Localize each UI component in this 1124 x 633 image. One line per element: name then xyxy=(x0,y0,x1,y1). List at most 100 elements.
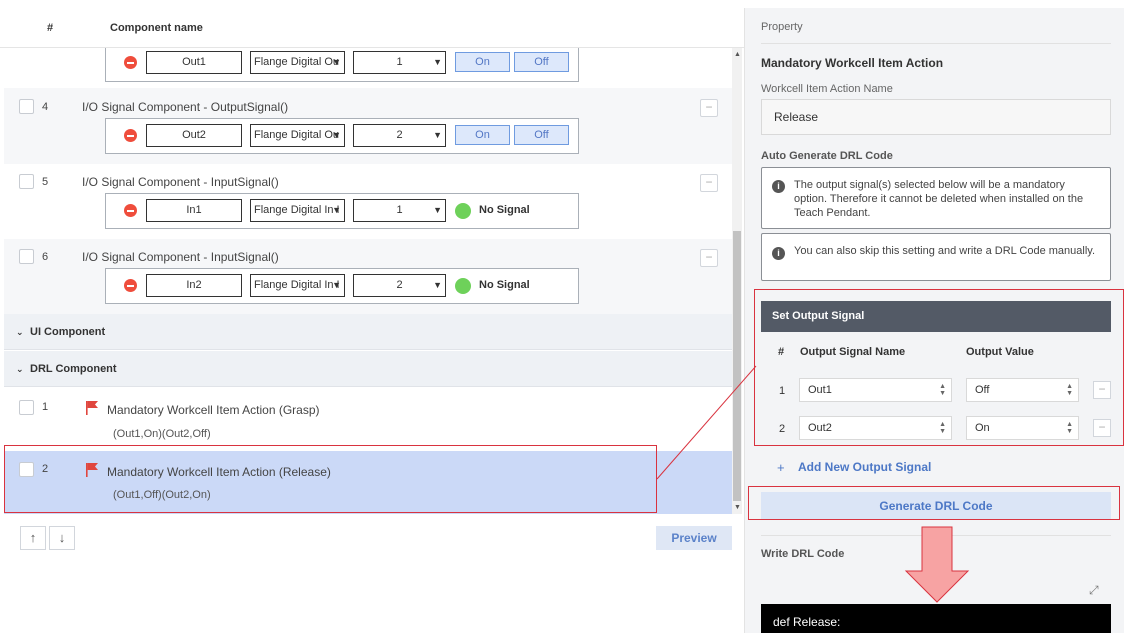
col-num-header: # xyxy=(778,346,785,358)
row-checkbox[interactable] xyxy=(19,249,34,264)
remove-icon[interactable] xyxy=(124,204,137,217)
section-label: Auto Generate DRL Code xyxy=(761,150,893,162)
chevron-down-icon: ⌄ xyxy=(16,327,24,337)
io-type-select[interactable]: Flange Digital Ou ▼ xyxy=(250,124,345,147)
io-name-field[interactable]: Out1 xyxy=(146,51,242,74)
io-index-select[interactable]: 1 ▼ xyxy=(353,199,446,222)
col-value-header: Output Value xyxy=(966,346,1034,358)
row-number: 2 xyxy=(42,463,49,475)
io-index-select[interactable]: 1 ▼ xyxy=(353,51,446,74)
add-output-signal-button[interactable]: Add New Output Signal xyxy=(798,460,931,474)
flag-icon xyxy=(86,463,98,477)
chevron-down-icon: ▼ xyxy=(332,205,341,215)
io-type-select[interactable]: Flange Digital In I ▼ xyxy=(250,199,345,222)
row-number: 5 xyxy=(42,176,49,188)
table-row: Out1 Flange Digital Ou ▼ 1 ▼ On Off xyxy=(4,48,732,88)
table-row[interactable]: 5 I/O Signal Component - InputSignal() −… xyxy=(4,164,732,239)
output-signal-name-select[interactable]: Out1 ▲ ▼ xyxy=(799,378,952,402)
io-name-field[interactable]: In2 xyxy=(146,274,242,297)
chevron-down-icon: ⌄ xyxy=(16,364,24,374)
section-label: Write DRL Code xyxy=(761,548,845,560)
io-type-select[interactable]: Flange Digital In I ▼ xyxy=(250,274,345,297)
io-name-field[interactable]: Out2 xyxy=(146,124,242,147)
io-config: Out2 Flange Digital Ou ▼ 2 ▼ On Off xyxy=(105,118,579,154)
off-button[interactable]: Off xyxy=(514,125,569,145)
move-up-button[interactable]: ↑ xyxy=(20,526,46,550)
remove-icon[interactable] xyxy=(124,56,137,69)
chevron-down-icon: ▼ xyxy=(332,280,341,290)
section-title: UI Component xyxy=(30,326,106,338)
col-name-header: Output Signal Name xyxy=(800,346,906,358)
row-title: Mandatory Workcell Item Action (Release) xyxy=(107,465,331,479)
chevron-down-icon: ▼ xyxy=(433,57,442,67)
collapse-button[interactable]: − xyxy=(700,174,718,192)
io-type-select[interactable]: Flange Digital Ou ▼ xyxy=(250,51,345,74)
updown-icon: ▲ ▼ xyxy=(1066,421,1073,435)
io-name-field[interactable]: In1 xyxy=(146,199,242,222)
section-ui-component[interactable]: ⌄ UI Component xyxy=(4,314,732,350)
property-title: Mandatory Workcell Item Action xyxy=(761,56,944,70)
info-text: The output signal(s) selected below will… xyxy=(794,179,1084,219)
component-list[interactable]: Out1 Flange Digital Ou ▼ 1 ▼ On Off 4 I/O … xyxy=(4,48,732,514)
list-scrollbar[interactable]: ▲ ▼ xyxy=(732,48,742,514)
output-value-select[interactable]: On ▲ ▼ xyxy=(966,416,1079,440)
on-button[interactable]: On xyxy=(455,125,510,145)
chevron-down-icon: ▼ xyxy=(433,280,442,290)
scroll-up-icon: ▲ xyxy=(734,51,741,58)
info-text: You can also skip this setting and write… xyxy=(794,245,1096,257)
row-checkbox[interactable] xyxy=(19,400,34,415)
info-icon: i xyxy=(772,180,785,193)
info-box: i The output signal(s) selected below wi… xyxy=(761,167,1111,229)
field-label: Workcell Item Action Name xyxy=(761,83,893,95)
row-checkbox[interactable] xyxy=(19,174,34,189)
drl-code-editor[interactable]: def Release: xyxy=(761,604,1111,633)
col-num-header: # xyxy=(47,22,54,34)
chevron-down-icon: ▼ xyxy=(332,57,341,67)
output-value-select[interactable]: Off ▲ ▼ xyxy=(966,378,1079,402)
output-signal-name-select[interactable]: Out2 ▲ ▼ xyxy=(799,416,952,440)
action-name-input[interactable]: Release xyxy=(761,99,1111,135)
collapse-button[interactable]: − xyxy=(700,99,718,117)
generate-drl-button[interactable]: Generate DRL Code xyxy=(761,492,1111,520)
collapse-button[interactable]: − xyxy=(700,249,718,267)
row-subtitle: (Out1,Off)(Out2,On) xyxy=(113,489,211,501)
remove-row-button[interactable]: − xyxy=(1093,419,1111,437)
preview-button[interactable]: Preview xyxy=(656,526,732,550)
plus-icon[interactable]: + xyxy=(777,460,785,475)
property-panel: Property Mandatory Workcell Item Action … xyxy=(744,8,1124,633)
section-title: DRL Component xyxy=(30,363,117,375)
table-header: # Component name xyxy=(0,8,744,48)
row-number: 1 xyxy=(779,385,786,397)
panel-header: Property xyxy=(761,21,803,33)
row-checkbox[interactable] xyxy=(19,99,34,114)
row-number: 6 xyxy=(42,251,49,263)
section-drl-component[interactable]: ⌄ DRL Component xyxy=(4,351,732,387)
io-config: Out1 Flange Digital Ou ▼ 1 ▼ On Off xyxy=(105,48,579,82)
chevron-down-icon: ▼ xyxy=(332,130,341,140)
list-item-selected[interactable]: 2 Mandatory Workcell Item Action (Releas… xyxy=(4,451,732,514)
workcell-editor: # Component name Out1 Flange Digital Ou ▼… xyxy=(0,0,1124,633)
flag-icon xyxy=(86,401,98,415)
io-index-select[interactable]: 2 ▼ xyxy=(353,124,446,147)
table-row[interactable]: 4 I/O Signal Component - OutputSignal() … xyxy=(4,88,732,164)
row-title: I/O Signal Component - InputSignal() xyxy=(82,175,279,189)
row-title: I/O Signal Component - InputSignal() xyxy=(82,250,279,264)
io-index-select[interactable]: 2 ▼ xyxy=(353,274,446,297)
list-item[interactable]: 1 Mandatory Workcell Item Action (Grasp)… xyxy=(4,388,732,451)
signal-status-icon xyxy=(455,278,471,294)
table-row[interactable]: 6 I/O Signal Component - InputSignal() −… xyxy=(4,239,732,314)
chevron-down-icon: ▼ xyxy=(433,130,442,140)
row-checkbox[interactable] xyxy=(19,462,34,477)
table-title: Set Output Signal xyxy=(761,301,1111,332)
expand-icon[interactable]: ⤢ xyxy=(1089,583,1099,598)
row-number: 4 xyxy=(42,101,49,113)
divider xyxy=(761,535,1111,536)
row-title: Mandatory Workcell Item Action (Grasp) xyxy=(107,403,320,417)
remove-icon[interactable] xyxy=(124,129,137,142)
remove-row-button[interactable]: − xyxy=(1093,381,1111,399)
off-button[interactable]: Off xyxy=(514,52,569,72)
on-button[interactable]: On xyxy=(455,52,510,72)
remove-icon[interactable] xyxy=(124,279,137,292)
move-down-button[interactable]: ↓ xyxy=(49,526,75,550)
scrollbar-thumb[interactable] xyxy=(733,231,741,501)
